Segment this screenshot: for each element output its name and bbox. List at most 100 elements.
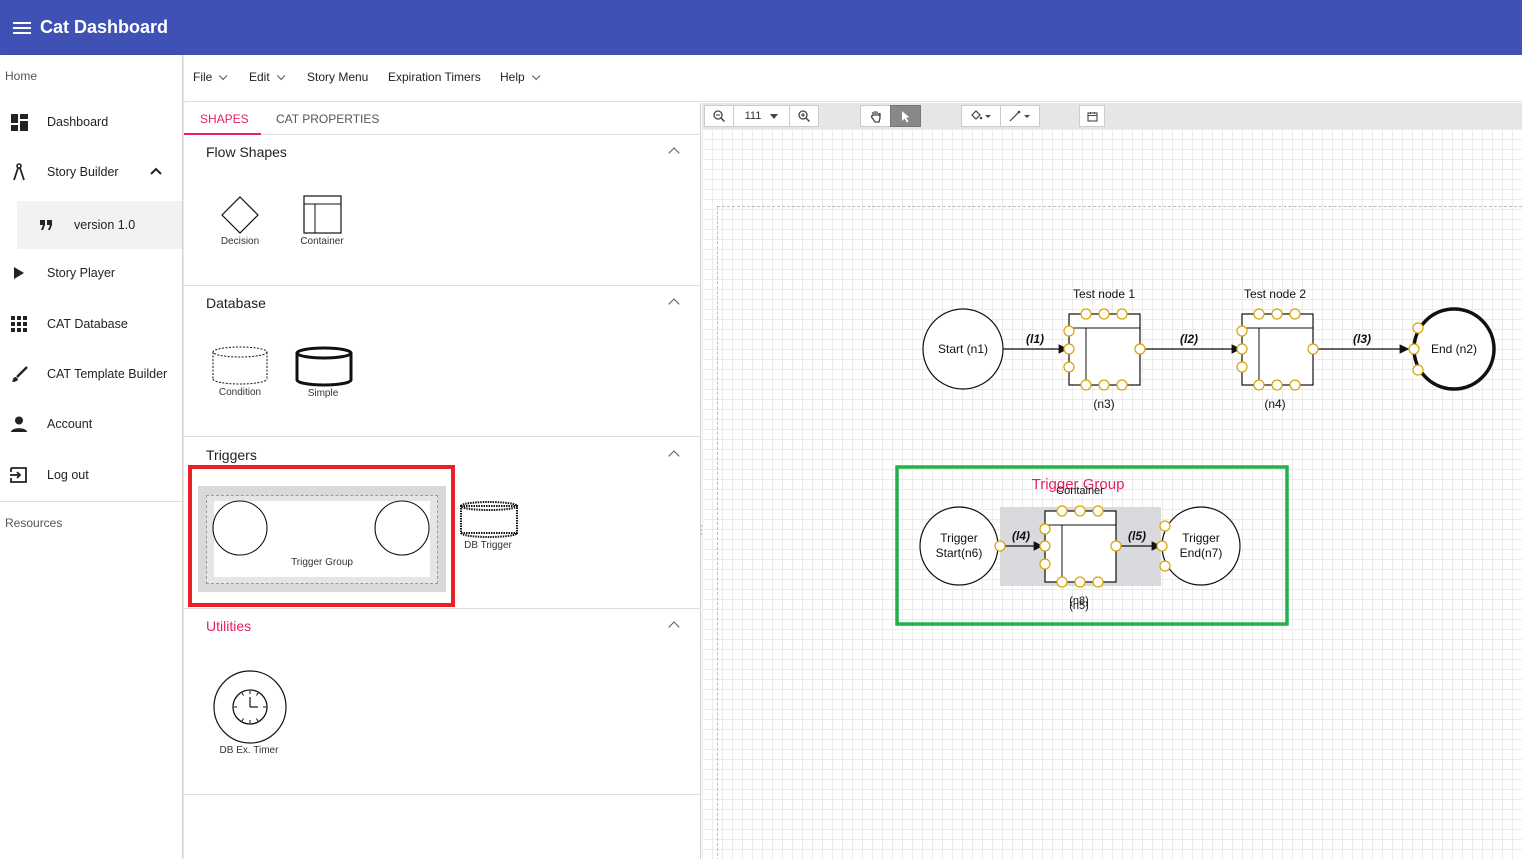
section-divider <box>184 285 701 286</box>
section-triggers-title[interactable]: Triggers <box>206 447 257 463</box>
container-shape-label: Container <box>300 236 344 247</box>
simple-db-shape[interactable] <box>294 346 354 388</box>
section-divider <box>184 436 701 437</box>
node-n7-line2: End(n7) <box>1179 546 1223 560</box>
trigger-group-shape[interactable]: Trigger Group <box>198 486 446 592</box>
container-node-n4 <box>1241 313 1314 386</box>
zoom-select[interactable]: 111 <box>733 105 790 127</box>
sidebar-item-account[interactable]: Account <box>0 402 182 446</box>
calendar-icon[interactable] <box>1079 105 1105 127</box>
grid-icon <box>10 315 28 333</box>
sidebar-item-label: CAT Template Builder <box>47 367 168 381</box>
node-n2-label: End (n2) <box>1430 342 1478 356</box>
db-ex-timer-shape[interactable] <box>212 669 288 745</box>
edge-l2-label: (l2) <box>1180 332 1198 346</box>
node-n3-id: (n3) <box>1093 397 1115 411</box>
zoom-in-icon[interactable] <box>789 105 819 127</box>
menu-icon[interactable] <box>13 21 31 34</box>
menu-file-label: File <box>193 70 213 84</box>
section-divider <box>184 794 701 795</box>
chevron-up-icon[interactable] <box>150 166 162 178</box>
container-node-n8 <box>1044 510 1117 583</box>
chevron-up-icon[interactable] <box>668 450 680 462</box>
pan-hand-icon[interactable] <box>860 105 891 127</box>
sidebar-item-label: Log out <box>47 468 89 482</box>
condition-shape-label: Condition <box>218 387 262 398</box>
play-icon <box>10 264 28 282</box>
sidebar-divider <box>0 501 182 502</box>
zoom-value: 111 <box>744 110 762 122</box>
node-n7-line1: Trigger <box>1182 531 1220 545</box>
tab-shapes[interactable]: SHAPES <box>200 112 249 126</box>
zoom-out-icon[interactable] <box>704 105 734 127</box>
chevron-up-icon[interactable] <box>668 621 680 633</box>
menu-edit-label: Edit <box>249 70 270 84</box>
section-divider <box>184 608 701 609</box>
quote-icon <box>37 216 55 234</box>
chevron-down-icon <box>770 113 779 119</box>
shapes-panel: SHAPES CAT PROPERTIES Flow Shapes Decisi… <box>184 103 701 859</box>
sidebar-item-label: Story Builder <box>47 165 119 179</box>
container-shape[interactable] <box>303 195 343 235</box>
section-database-title[interactable]: Database <box>206 295 266 311</box>
menu-edit[interactable]: Edit <box>249 70 286 84</box>
pointer-icon[interactable] <box>890 105 921 127</box>
dashboard-icon <box>10 113 28 131</box>
node-n3-title: Test node 1 <box>1072 287 1136 301</box>
node-n4-title: Test node 2 <box>1243 287 1307 301</box>
editor-menubar: File Edit Story Menu Expiration Timers H… <box>184 55 1522 102</box>
sidebar-item-dashboard[interactable]: Dashboard <box>0 100 182 144</box>
decision-shape[interactable] <box>220 196 260 236</box>
simple-shape-label: Simple <box>307 388 339 399</box>
edge-l1-label: (l1) <box>1026 332 1044 346</box>
chevron-up-icon[interactable] <box>668 147 680 159</box>
sidebar-item-logout[interactable]: Log out <box>0 453 182 497</box>
tab-indicator <box>184 133 261 135</box>
menu-help[interactable]: Help <box>500 70 541 84</box>
sidebar-item-story-builder[interactable]: Story Builder <box>0 150 182 194</box>
edge-l5-label: (l5) <box>1128 529 1146 543</box>
tab-cat-properties[interactable]: CAT PROPERTIES <box>276 112 379 126</box>
node-n8-title: Container <box>1056 485 1104 497</box>
sidebar-item-label: version 1.0 <box>74 218 136 232</box>
fill-color-icon[interactable] <box>961 105 1001 127</box>
line-style-icon[interactable] <box>1000 105 1040 127</box>
sidebar-item-label: Story Player <box>47 266 116 280</box>
menu-file[interactable]: File <box>193 70 228 84</box>
brush-icon <box>10 365 28 383</box>
edge-l3-label: (l3) <box>1353 332 1371 346</box>
panel-tabs: SHAPES CAT PROPERTIES <box>184 103 701 135</box>
sidebar: Home Dashboard Story Builder version 1.0… <box>0 55 183 859</box>
menu-story[interactable]: Story Menu <box>307 70 368 84</box>
node-n5-id: (n5) <box>1069 600 1089 612</box>
container-node-n3 <box>1068 313 1141 386</box>
node-n6-line2: Start(n6) <box>935 546 983 560</box>
db-ex-timer-label: DB Ex. Timer <box>219 745 279 756</box>
section-flow-shapes-title[interactable]: Flow Shapes <box>206 144 287 160</box>
diagram-canvas[interactable]: Start (n1) End (n2) Test node 1 (n3) Tes… <box>702 129 1522 859</box>
chevron-down-icon <box>531 71 541 81</box>
section-utilities-title[interactable]: Utilities <box>206 618 251 634</box>
trigger-group-label: Trigger Group <box>291 557 353 568</box>
condition-db-shape[interactable] <box>211 346 269 386</box>
sidebar-item-label: Account <box>47 417 93 431</box>
menu-expiration-timers[interactable]: Expiration Timers <box>388 70 481 84</box>
db-trigger-shape[interactable] <box>459 499 519 539</box>
sidebar-item-cat-template-builder[interactable]: CAT Template Builder <box>0 352 182 396</box>
sidebar-item-cat-database[interactable]: CAT Database <box>0 302 182 346</box>
menu-help-label: Help <box>500 70 525 84</box>
chevron-down-icon <box>276 71 286 81</box>
logout-icon <box>10 466 28 484</box>
canvas-toolbar: 111 <box>702 103 1522 129</box>
sidebar-home-heading: Home <box>5 69 38 83</box>
person-icon <box>10 415 28 433</box>
sidebar-item-story-player[interactable]: Story Player <box>0 251 182 295</box>
node-n6-line1: Trigger <box>940 531 978 545</box>
app-bar: Cat Dashboard <box>0 0 1522 55</box>
node-n1-label: Start (n1) <box>937 342 988 356</box>
edge-l4-label: (l4) <box>1012 529 1030 543</box>
sidebar-item-label: CAT Database <box>47 317 128 331</box>
app-title: Cat Dashboard <box>40 17 169 37</box>
chevron-up-icon[interactable] <box>668 298 680 310</box>
sidebar-item-version[interactable]: version 1.0 <box>17 201 182 249</box>
